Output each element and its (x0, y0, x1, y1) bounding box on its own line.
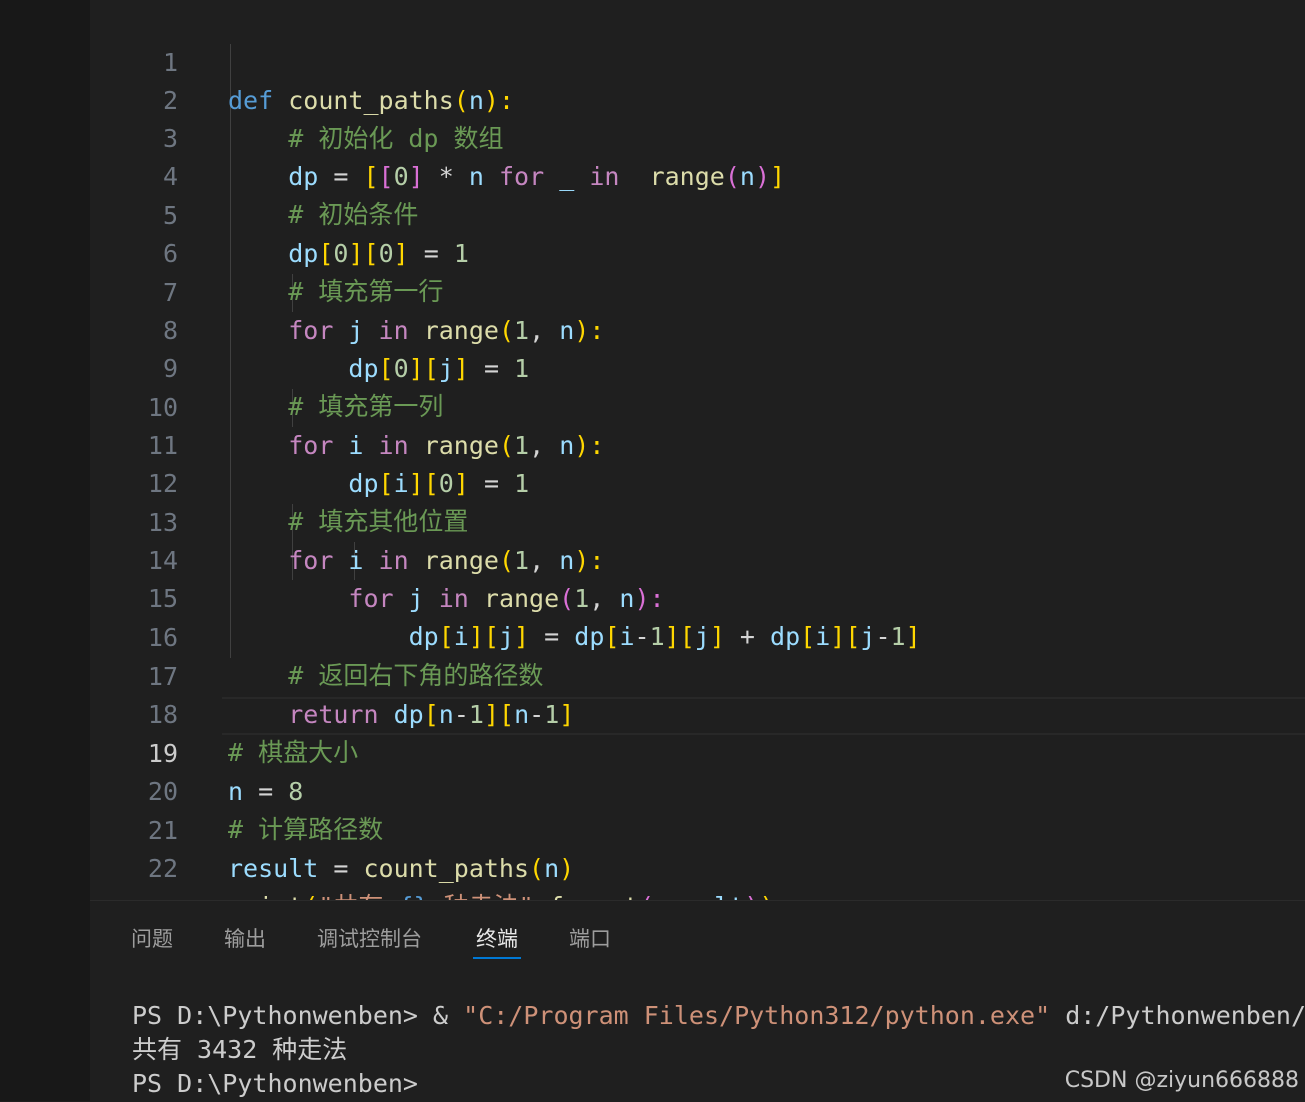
code-line[interactable]: 12 # 填充其他位置 (90, 427, 1305, 536)
code-line[interactable]: 16 # 返回右下角的路径数 (90, 581, 1305, 690)
code-line[interactable]: 22 print("共有 {} 种走法".format(result)) (90, 812, 1305, 900)
terminal-line[interactable]: PS D:\Pythonwenben> & "C:/Program Files/… (132, 999, 1305, 1033)
code-line[interactable]: 8 dp[0][j] = 1 (90, 274, 1305, 383)
code-line[interactable]: 10 for i in range(1, n): (90, 351, 1305, 460)
code-line[interactable]: 1 def count_paths(n): (90, 6, 1305, 115)
watermark: CSDN @ziyun666888 (1064, 1068, 1299, 1093)
activity-bar (0, 0, 90, 1101)
code-line[interactable]: 9 # 填充第一列 (90, 312, 1305, 421)
code-line[interactable]: 3 dp = [[0] * n for _ in range(n)] (90, 82, 1305, 191)
tab-output[interactable]: 输出 (224, 923, 266, 953)
code-line[interactable]: 11 dp[i][0] = 1 (90, 389, 1305, 498)
code-line[interactable]: 2 # 初始化 dp 数组 (90, 44, 1305, 153)
line-number: 22 (147, 854, 178, 883)
code-line[interactable]: 4 # 初始条件 (90, 120, 1305, 229)
code-line[interactable]: 18 # 棋盘大小 (90, 658, 1305, 767)
code-line-current[interactable]: 19 n = 8 (90, 697, 1305, 806)
tab-debug-console[interactable]: 调试控制台 (317, 923, 422, 953)
code-line[interactable]: 5 dp[0][0] = 1 (90, 159, 1305, 268)
tab-ports[interactable]: 端口 (569, 923, 611, 953)
code-line[interactable]: 21 result = count_paths(n) (90, 774, 1305, 883)
code-editor[interactable]: 1 def count_paths(n): 2 # 初始化 dp 数组 3 dp… (90, 0, 1305, 900)
tab-terminal[interactable]: 终端 (473, 923, 521, 959)
code-line[interactable]: 13 for i in range(1, n): (90, 466, 1305, 575)
terminal-output: 共有 3432 种走法 (132, 1035, 348, 1064)
code-text[interactable]: print("共有 {} 种走法".format(result)) (228, 888, 775, 900)
code-line[interactable]: 17 return dp[n-1][n-1] (90, 620, 1305, 729)
tab-problems[interactable]: 问题 (131, 923, 173, 953)
code-line[interactable]: 15 dp[i][j] = dp[i-1][j] + dp[i][j-1] (90, 542, 1305, 651)
terminal-prompt[interactable]: PS D:\Pythonwenben> (132, 1067, 418, 1101)
code-line[interactable]: 14 for j in range(1, n): (90, 504, 1305, 613)
code-line[interactable]: 7 for j in range(1, n): (90, 236, 1305, 345)
code-line[interactable]: 6 # 填充第一行 (90, 197, 1305, 306)
code-text[interactable]: result = count_paths(n) (228, 850, 574, 888)
code-line[interactable]: 20 # 计算路径数 (90, 735, 1305, 844)
